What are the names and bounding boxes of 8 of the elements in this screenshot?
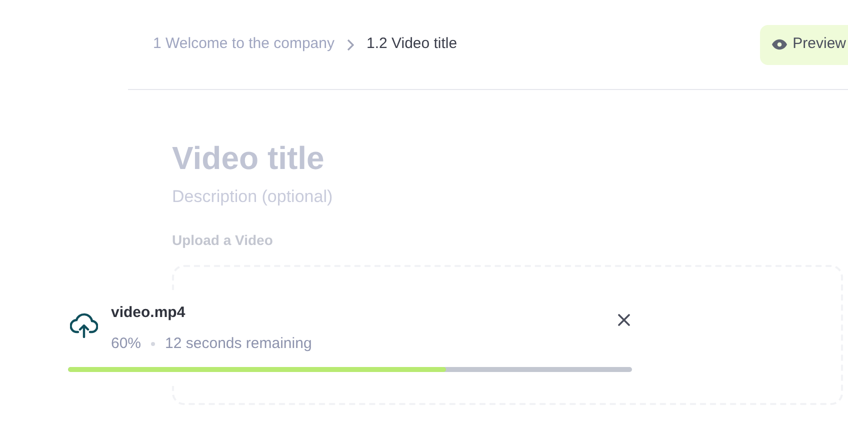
file-name: video.mp4	[111, 303, 186, 323]
time-remaining: 12 seconds remaining	[165, 334, 312, 354]
preview-button[interactable]: Preview	[760, 24, 848, 64]
breadcrumb-item[interactable]: 1 Welcome to the company	[153, 33, 334, 56]
breadcrumb-item[interactable]: 1.2 Video title	[366, 33, 458, 56]
title-field[interactable]: Video title	[172, 138, 848, 178]
upload-label: Upload a Video	[172, 230, 274, 250]
upload-percent: 60%	[111, 334, 142, 354]
